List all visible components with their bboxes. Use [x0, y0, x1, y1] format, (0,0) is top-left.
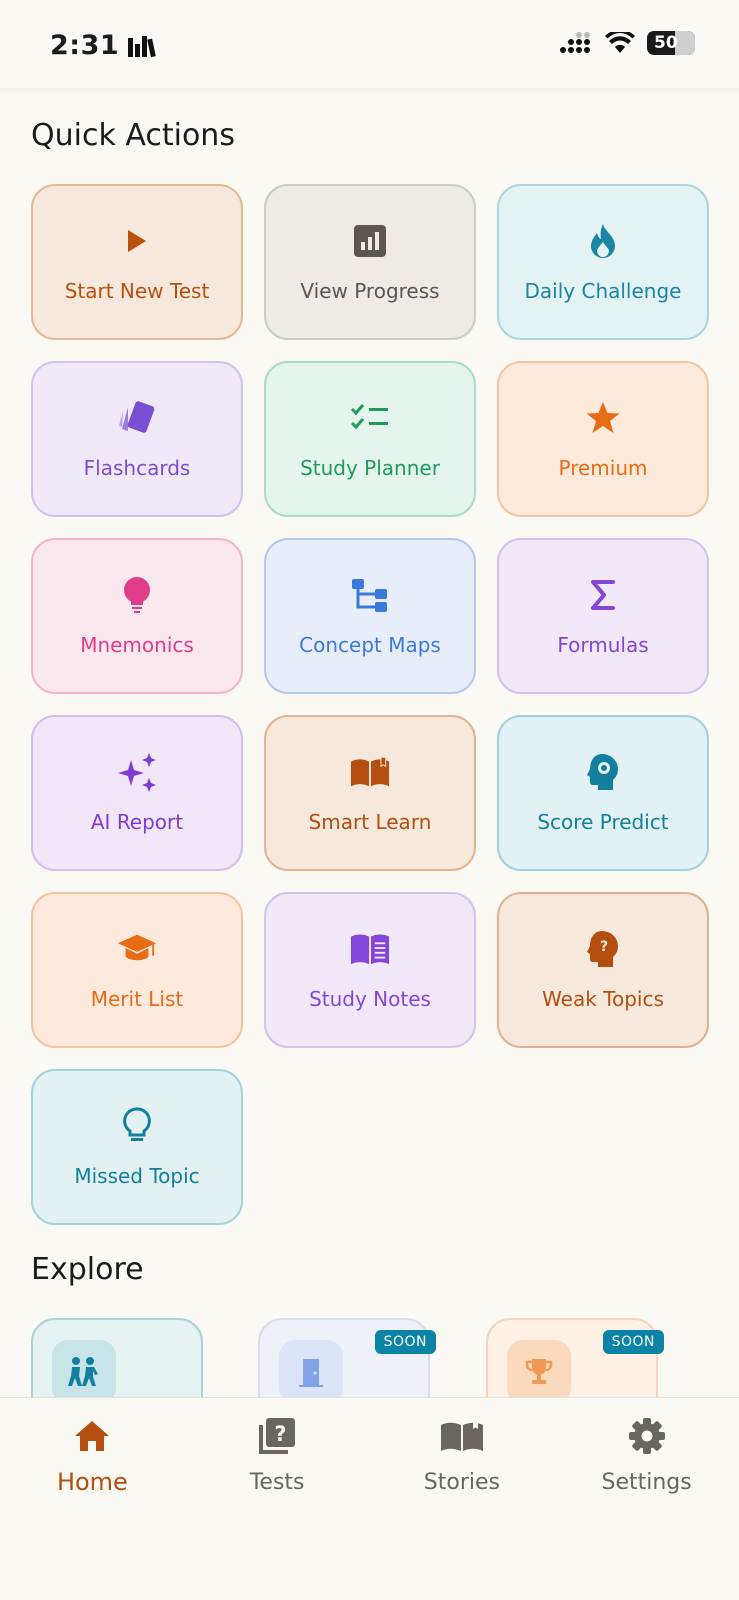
weak-topics-button[interactable]: ? Weak Topics — [497, 892, 709, 1048]
card-label: Flashcards — [83, 456, 191, 480]
nav-tests-label: Tests — [249, 1470, 305, 1495]
nav-home[interactable]: Home — [0, 1398, 185, 1600]
merit-list-button[interactable]: Merit List — [31, 892, 243, 1048]
study-planner-button[interactable]: Study Planner — [264, 361, 476, 517]
card-label: Merit List — [90, 987, 184, 1011]
book-open-icon — [350, 752, 390, 792]
premium-button[interactable]: Premium — [497, 361, 709, 517]
mnemonics-button[interactable]: Mnemonics — [31, 538, 243, 694]
nav-stories[interactable]: Stories — [370, 1398, 555, 1600]
explore-card-3[interactable]: SOON — [486, 1318, 664, 1398]
trophy-icon — [507, 1340, 571, 1398]
card-label: Premium — [558, 456, 648, 480]
score-predict-button[interactable]: Score Predict — [497, 715, 709, 871]
ai-report-button[interactable]: AI Report — [31, 715, 243, 871]
lightbulb-outline-icon — [117, 1106, 157, 1146]
book-icon — [440, 1416, 484, 1456]
view-progress-button[interactable]: View Progress — [264, 184, 476, 340]
explore-carousel[interactable]: SOON SOON — [31, 1318, 711, 1398]
nav-settings-label: Settings — [601, 1470, 692, 1495]
missed-topic-button[interactable]: Missed Topic — [31, 1069, 243, 1225]
card-label: Score Predict — [537, 810, 669, 834]
flame-icon — [583, 221, 623, 261]
people-icon — [52, 1340, 116, 1398]
tree-icon — [350, 575, 390, 615]
card-label: Study Planner — [300, 456, 440, 480]
battery-indicator: 50 — [647, 31, 695, 55]
bar-chart-icon — [350, 221, 390, 261]
card-label: Study Notes — [309, 987, 431, 1011]
graduation-cap-icon — [117, 929, 157, 969]
flashcards-button[interactable]: Flashcards — [31, 361, 243, 517]
lightbulb-icon — [117, 575, 157, 615]
status-time: 2:31 — [50, 30, 157, 61]
smart-learn-button[interactable]: Smart Learn — [264, 715, 476, 871]
gear-icon — [628, 1416, 666, 1456]
concept-maps-button[interactable]: Concept Maps — [264, 538, 476, 694]
quiz-icon: ? — [258, 1416, 296, 1456]
cards-icon — [117, 398, 157, 438]
star-icon — [583, 398, 623, 438]
svg-text:?: ? — [600, 939, 608, 955]
explore-card-2[interactable]: SOON — [258, 1318, 436, 1398]
nav-stories-label: Stories — [423, 1470, 500, 1495]
bottom-nav: Home ? Tests Stories Settings — [0, 1397, 739, 1600]
home-icon — [74, 1416, 110, 1456]
notebook-icon — [350, 929, 390, 969]
status-bar: 2:31 50 — [0, 0, 739, 92]
formulas-button[interactable]: Formulas — [497, 538, 709, 694]
wifi-icon — [605, 32, 635, 53]
soon-badge: SOON — [374, 1330, 436, 1354]
head-gear-icon — [583, 752, 623, 792]
card-label: View Progress — [300, 279, 440, 303]
quick-actions-title: Quick Actions — [31, 118, 235, 153]
explore-title: Explore — [31, 1252, 144, 1287]
card-label: Smart Learn — [308, 810, 432, 834]
play-icon — [117, 221, 157, 261]
soon-badge: SOON — [602, 1330, 664, 1354]
library-icon — [128, 35, 156, 57]
head-question-icon: ? — [583, 929, 623, 969]
sigma-icon — [583, 575, 623, 615]
start-new-test-button[interactable]: Start New Test — [31, 184, 243, 340]
door-icon — [279, 1340, 343, 1398]
signal-icon — [560, 32, 590, 53]
checklist-icon — [350, 398, 390, 438]
svg-text:?: ? — [275, 1422, 287, 1446]
nav-settings[interactable]: Settings — [554, 1398, 739, 1600]
card-label: Concept Maps — [299, 633, 441, 657]
quick-actions-grid: Start New Test View Progress Daily Chall… — [31, 184, 709, 1225]
study-notes-button[interactable]: Study Notes — [264, 892, 476, 1048]
card-label: Start New Test — [64, 279, 210, 303]
card-label: AI Report — [90, 810, 184, 834]
card-label: Weak Topics — [542, 987, 664, 1011]
card-label: Formulas — [557, 633, 649, 657]
card-label: Daily Challenge — [524, 279, 682, 303]
card-label: Missed Topic — [74, 1164, 200, 1188]
explore-card-1[interactable] — [31, 1318, 203, 1398]
sparkles-icon — [117, 752, 157, 792]
nav-tests[interactable]: ? Tests — [185, 1398, 370, 1600]
daily-challenge-button[interactable]: Daily Challenge — [497, 184, 709, 340]
battery-level: 50 — [654, 33, 678, 53]
clock-text: 2:31 — [50, 30, 120, 61]
card-label: Mnemonics — [80, 633, 194, 657]
nav-home-label: Home — [56, 1468, 128, 1496]
